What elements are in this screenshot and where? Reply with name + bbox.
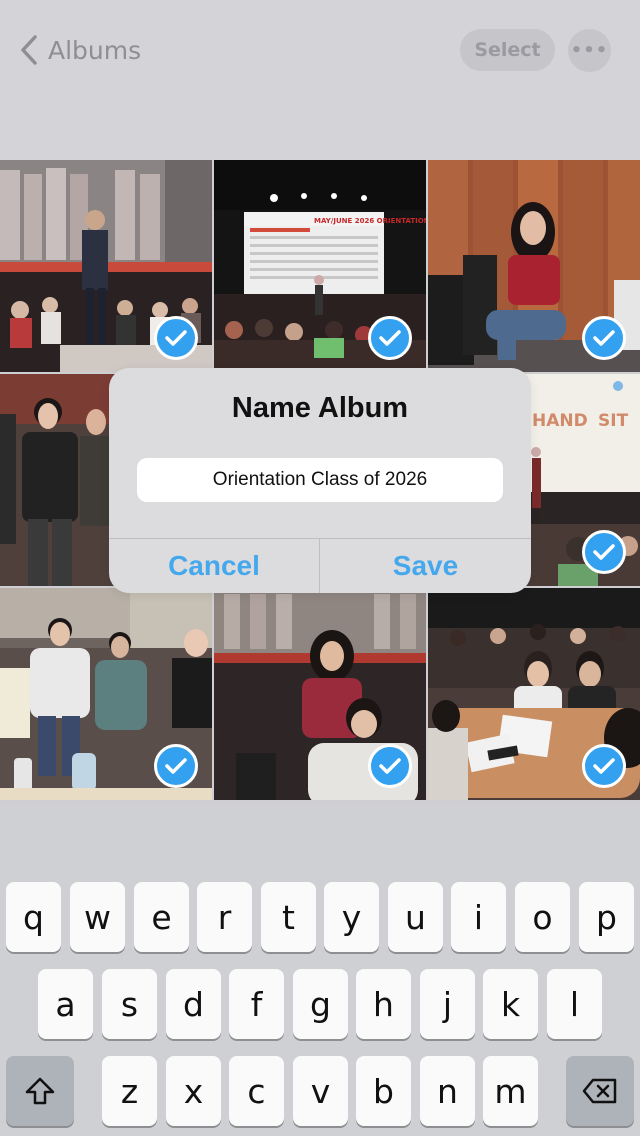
key-i[interactable]: i bbox=[451, 882, 506, 952]
key-c[interactable]: c bbox=[229, 1056, 284, 1126]
key-l[interactable]: l bbox=[547, 969, 602, 1039]
key-p[interactable]: p bbox=[579, 882, 634, 952]
key-k[interactable]: k bbox=[483, 969, 538, 1039]
back-button[interactable]: Albums bbox=[14, 30, 141, 70]
key-h[interactable]: h bbox=[356, 969, 411, 1039]
dialog-title: Name Album bbox=[231, 392, 409, 424]
key-u[interactable]: u bbox=[388, 882, 443, 952]
on-screen-keyboard: q w e r t y u i o p a s d f g h j k l z … bbox=[0, 806, 640, 1136]
key-s[interactable]: s bbox=[102, 969, 157, 1039]
key-d[interactable]: d bbox=[166, 969, 221, 1039]
key-e[interactable]: e bbox=[134, 882, 189, 952]
key-g[interactable]: g bbox=[293, 969, 348, 1039]
key-o[interactable]: o bbox=[515, 882, 570, 952]
key-m[interactable]: m bbox=[483, 1056, 538, 1126]
chevron-left-icon bbox=[14, 30, 44, 70]
key-q[interactable]: q bbox=[6, 882, 61, 952]
photos-app-screen: Albums Select ••• MAY/JUNE 2026 ORIENTAT… bbox=[0, 0, 640, 1136]
key-b[interactable]: b bbox=[356, 1056, 411, 1126]
select-button[interactable]: Select bbox=[460, 29, 555, 71]
key-y[interactable]: y bbox=[324, 882, 379, 952]
back-label: Albums bbox=[48, 35, 142, 65]
more-options-button[interactable]: ••• bbox=[568, 29, 611, 72]
album-name-input[interactable] bbox=[137, 458, 503, 502]
key-n[interactable]: n bbox=[420, 1056, 475, 1126]
key-x[interactable]: x bbox=[166, 1056, 221, 1126]
key-r[interactable]: r bbox=[197, 882, 252, 952]
navigation-bar: Albums Select ••• bbox=[0, 0, 640, 160]
cancel-button[interactable]: Cancel bbox=[109, 539, 319, 593]
key-a[interactable]: a bbox=[38, 969, 93, 1039]
key-t[interactable]: t bbox=[261, 882, 316, 952]
key-v[interactable]: v bbox=[293, 1056, 348, 1126]
key-w[interactable]: w bbox=[70, 882, 125, 952]
backspace-icon bbox=[582, 1078, 617, 1104]
name-album-dialog: Name Album Cancel Save bbox=[109, 368, 531, 593]
shift-icon bbox=[25, 1077, 55, 1105]
key-z[interactable]: z bbox=[102, 1056, 157, 1126]
delete-key[interactable] bbox=[566, 1056, 634, 1126]
key-f[interactable]: f bbox=[229, 969, 284, 1039]
shift-key[interactable] bbox=[6, 1056, 74, 1126]
key-j[interactable]: j bbox=[420, 969, 475, 1039]
save-button[interactable]: Save bbox=[320, 539, 531, 593]
